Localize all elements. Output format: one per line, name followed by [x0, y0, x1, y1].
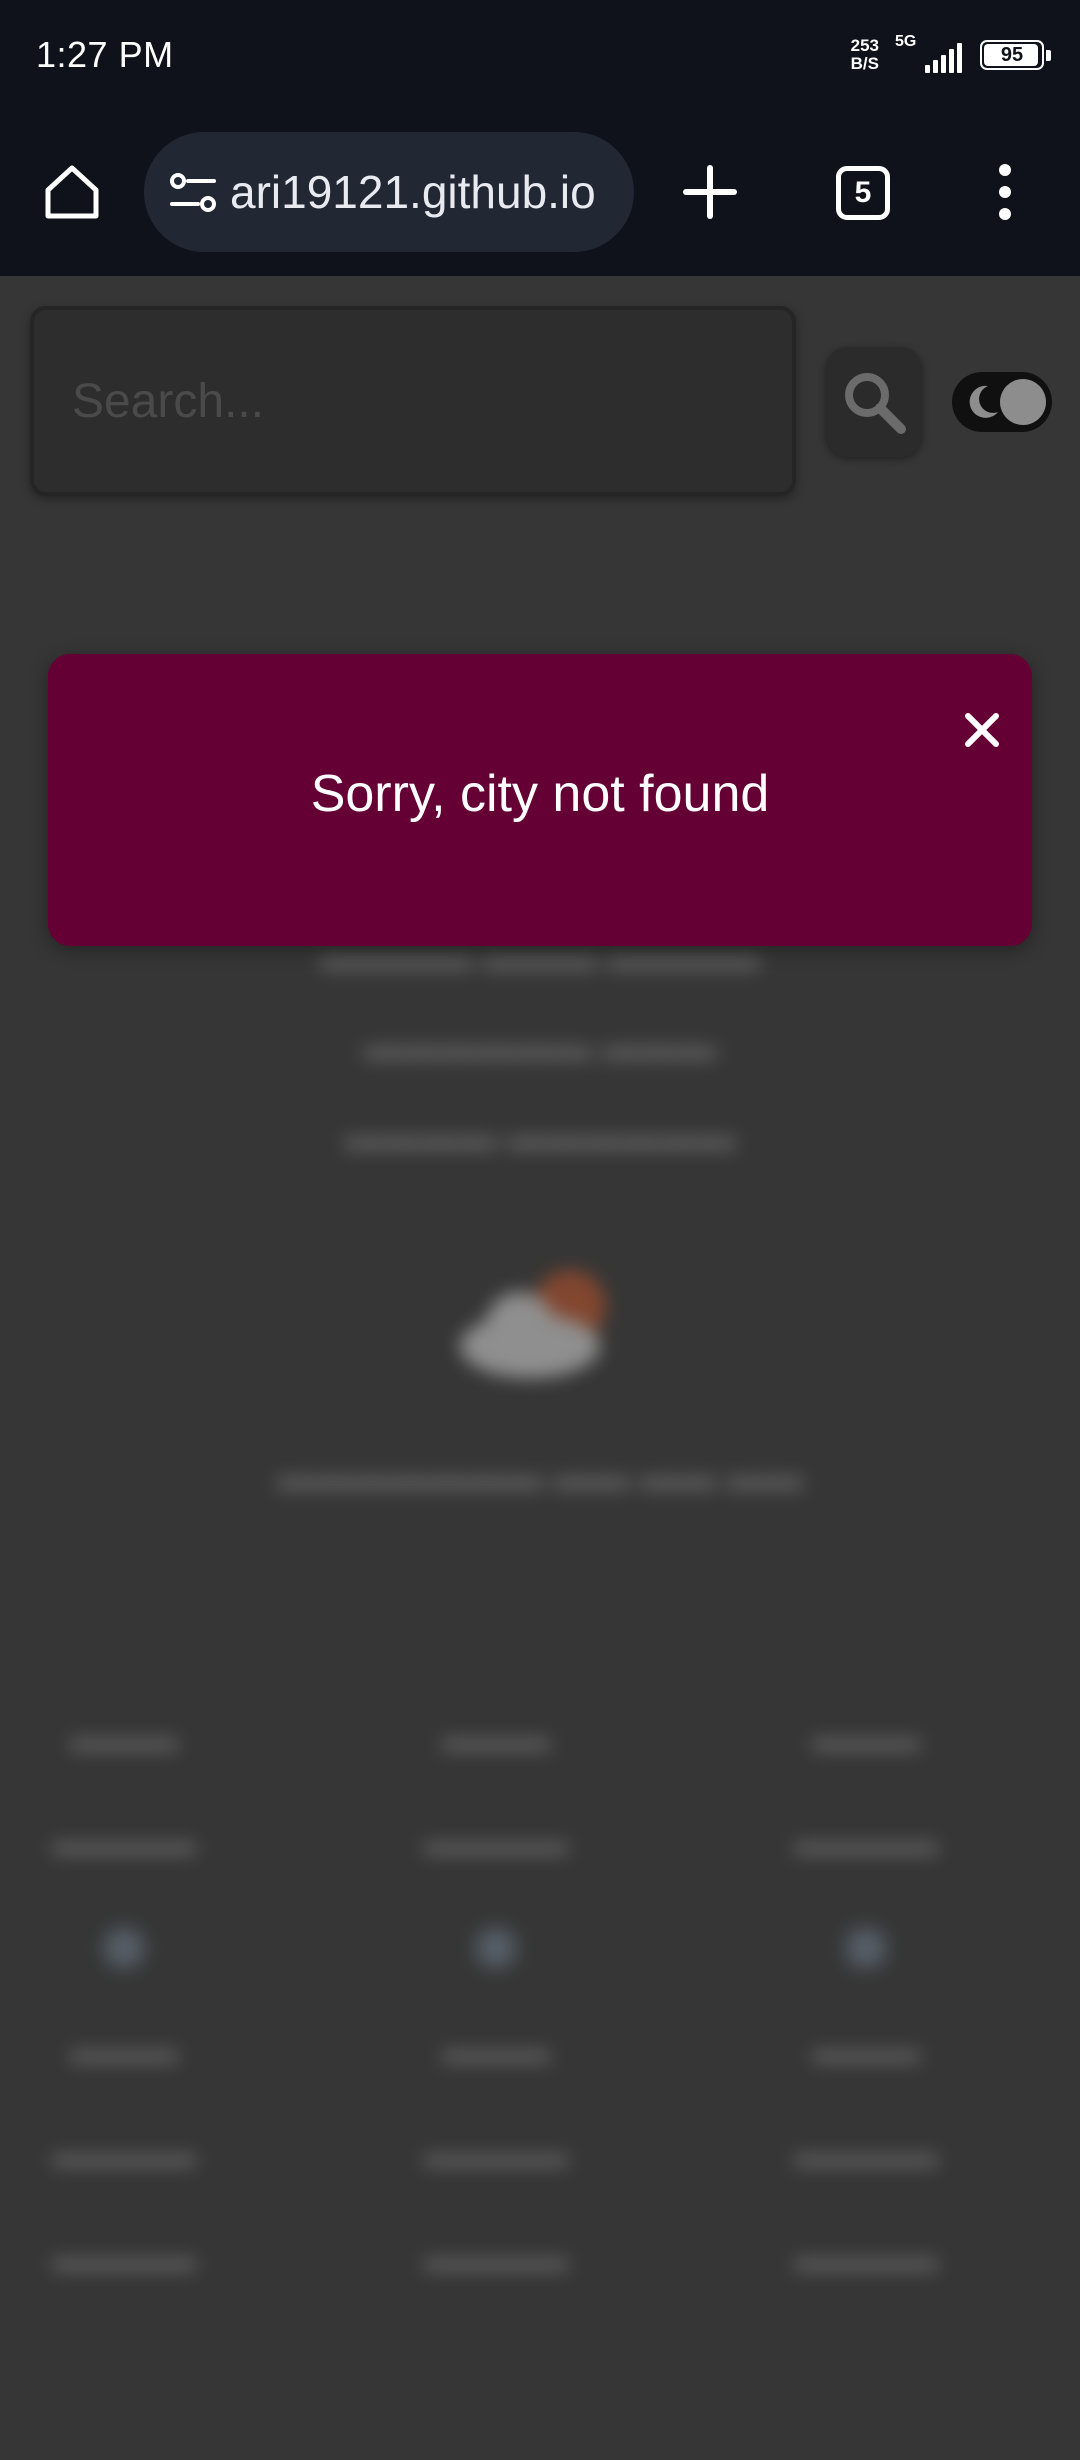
weather-page: ▬▬▬▬ ▬▬▬ ▬▬▬▬ ▬▬▬▬▬▬ ▬▬▬ ▬▬▬▬ ▬▬▬▬▬▬ ▬▬▬…	[0, 276, 1080, 2460]
forecast-column: ▬▬▬ ▬▬▬▬ ▬▬▬ ▬▬▬▬ ▬▬▬▬	[424, 1717, 568, 2278]
more-vert-icon	[999, 164, 1011, 220]
new-tab-button[interactable]	[680, 162, 740, 222]
error-alert: Sorry, city not found	[48, 654, 1032, 946]
status-icons: 253 B/S 5G 95	[851, 33, 1051, 73]
search-icon	[845, 373, 906, 434]
status-time: 1:27 PM	[36, 34, 174, 75]
home-icon	[45, 165, 99, 219]
address-bar[interactable]: ari19121.github.io	[144, 132, 634, 252]
forecast-column: ▬▬▬ ▬▬▬▬ ▬▬▬ ▬▬▬▬ ▬▬▬▬	[52, 1717, 196, 2278]
search-button[interactable]	[826, 347, 922, 457]
battery-icon: 95	[980, 40, 1051, 70]
close-icon	[965, 713, 999, 747]
tabs-button[interactable]: 5	[836, 166, 890, 220]
weather-icon	[450, 1256, 630, 1386]
tab-count: 5	[854, 176, 872, 209]
net-speed-value: 253	[850, 36, 879, 55]
home-button[interactable]	[40, 160, 104, 224]
signal-icon: 5G	[895, 33, 962, 73]
site-settings-icon[interactable]	[168, 168, 218, 218]
battery-level: 95	[1000, 43, 1024, 66]
alert-message: Sorry, city not found	[310, 765, 770, 823]
net-speed-unit: B/S	[850, 54, 879, 73]
net-speed: 253 B/S	[851, 37, 879, 73]
dark-mode-toggle[interactable]	[952, 372, 1052, 432]
search-input[interactable]: Search...	[30, 306, 796, 496]
more-options-button[interactable]	[990, 162, 1020, 222]
toggle-knob	[1000, 379, 1046, 425]
forecast-column: ▬▬▬ ▬▬▬▬ ▬▬▬ ▬▬▬▬ ▬▬▬▬	[794, 1717, 938, 2278]
status-bar: 1:27 PM 253 B/S 5G 95	[0, 0, 1080, 110]
blurred-weather-content: ▬▬▬▬ ▬▬▬ ▬▬▬▬ ▬▬▬▬▬▬ ▬▬▬ ▬▬▬▬ ▬▬▬▬▬▬ ▬▬▬…	[0, 276, 1080, 2460]
network-type: 5G	[895, 33, 917, 50]
blurred-line: ▬▬▬▬▬▬ ▬▬▬	[363, 1026, 717, 1068]
plus-icon	[683, 165, 737, 219]
browser-toolbar: ari19121.github.io 5	[0, 110, 1080, 276]
search-placeholder: Search...	[72, 374, 265, 428]
close-button[interactable]	[962, 710, 1002, 750]
moon-icon	[969, 385, 998, 418]
url-text[interactable]: ari19121.github.io	[230, 132, 614, 252]
blurred-line: ▬▬▬▬▬▬▬ ▬▬ ▬▬ ▬▬	[277, 1456, 803, 1498]
blurred-line: ▬▬▬▬ ▬▬▬▬▬▬	[344, 1116, 736, 1158]
